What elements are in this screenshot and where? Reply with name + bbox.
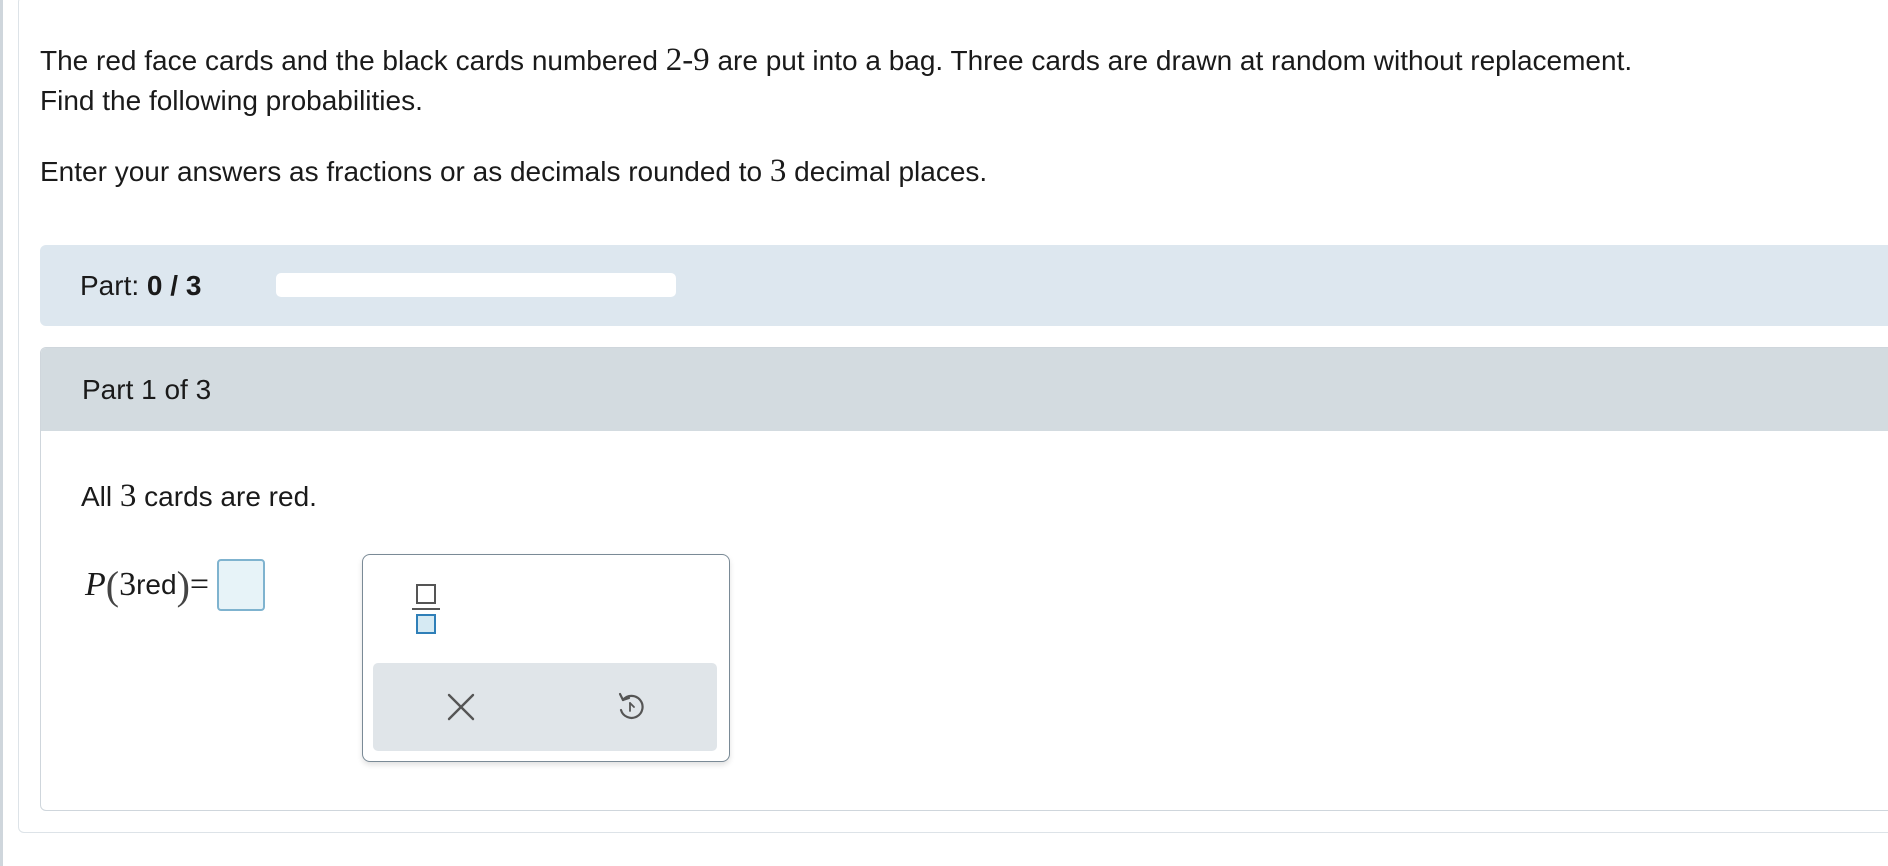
progress-label-text: Part: bbox=[80, 270, 147, 301]
equals-sign: = bbox=[189, 566, 210, 603]
answer-input[interactable] bbox=[217, 559, 266, 611]
question-text-cont: cards are red. bbox=[136, 481, 317, 512]
instructions-text-cont: decimal places. bbox=[786, 156, 988, 187]
answer-count: 3 bbox=[119, 566, 137, 603]
part-panel: Part 1 of 3 All 3 cards are red. P ( 3 r… bbox=[40, 347, 1888, 811]
undo-icon[interactable] bbox=[613, 689, 649, 725]
close-paren: ) bbox=[176, 562, 190, 608]
question-number: 3 bbox=[119, 478, 137, 514]
problem-line-2: Find the following probabilities. bbox=[40, 85, 423, 116]
left-rule bbox=[0, 0, 3, 866]
probability-symbol: P bbox=[85, 566, 106, 603]
part-title: Part 1 of 3 bbox=[82, 374, 212, 405]
problem-text: The red face cards and the black cards n… bbox=[40, 45, 666, 76]
question-text: All bbox=[81, 481, 120, 512]
decimal-places-number: 3 bbox=[769, 153, 787, 189]
fraction-icon[interactable] bbox=[411, 581, 441, 637]
clear-icon[interactable] bbox=[443, 689, 479, 725]
problem-text-cont: are put into a bag. Three cards are draw… bbox=[709, 45, 1633, 76]
part-question: All 3 cards are red. bbox=[81, 476, 317, 517]
toolbox-actions bbox=[373, 663, 717, 751]
progress-count: 0 / 3 bbox=[146, 270, 202, 301]
math-toolbox bbox=[362, 554, 730, 762]
problem-line-1: The red face cards and the black cards n… bbox=[40, 40, 1880, 81]
problem-statement: The red face cards and the black cards n… bbox=[40, 40, 1880, 192]
open-paren: ( bbox=[105, 562, 120, 608]
part-header: Part 1 of 3 bbox=[41, 348, 1888, 431]
progress-band: Part: 0 / 3 bbox=[40, 245, 1888, 326]
instructions: Enter your answers as fractions or as de… bbox=[40, 151, 1880, 192]
progress-bar bbox=[276, 273, 676, 297]
answer-expression: P ( 3 red ) = bbox=[85, 557, 266, 613]
progress-label: Part: 0 / 3 bbox=[80, 269, 201, 303]
page: The red face cards and the black cards n… bbox=[0, 0, 1888, 866]
card-range-number: 2-9 bbox=[665, 42, 710, 78]
instructions-text: Enter your answers as fractions or as de… bbox=[40, 156, 770, 187]
answer-word: red bbox=[136, 569, 177, 600]
